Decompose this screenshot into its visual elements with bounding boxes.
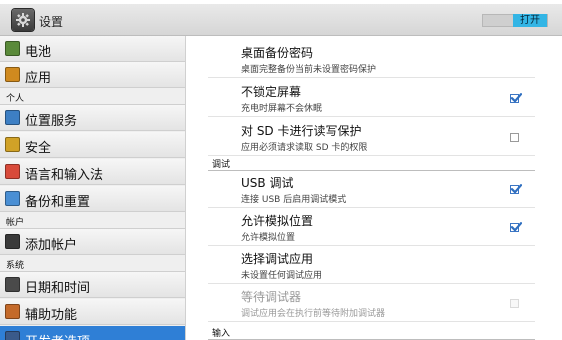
clock-icon (5, 277, 20, 292)
sidebar-item-battery[interactable]: 电池 (0, 36, 185, 62)
action-bar: 设置 打开 (0, 4, 562, 36)
setting-title: 对 SD 卡进行读写保护 (241, 124, 362, 138)
sidebar-item-label: 添加帐户 (25, 238, 78, 253)
setting-summary: 允许模拟位置 (241, 233, 296, 243)
sidebar-section-header: 个人 (0, 89, 185, 105)
sidebar-item-label: 日期和时间 (25, 281, 91, 296)
setting-title: 允许模拟位置 (241, 214, 314, 228)
sidebar-item-location[interactable]: 位置服务 (0, 105, 185, 131)
wait-for-debugger-checkbox (510, 299, 519, 308)
setting-summary: 充电时屏幕不会休眠 (241, 104, 323, 114)
setting-summary: 调试应用会在执行前等待附加调试器 (241, 309, 386, 319)
developer-options-master-switch[interactable]: 打开 (482, 14, 548, 27)
sidebar-item-label: 语言和输入法 (25, 168, 104, 183)
accessibility-icon (5, 304, 20, 319)
setting-desktop-backup-password[interactable]: 桌面备份密码桌面完整备份当前未设置密码保护 (208, 42, 535, 78)
sidebar-item-language[interactable]: 语言和输入法 (0, 159, 185, 185)
sidebar-item-accessibility[interactable]: 辅助功能 (0, 299, 185, 325)
section-header-label: 调试 (212, 160, 231, 170)
protect-sd-card-checkbox[interactable] (510, 133, 519, 142)
allow-mock-locations-checkbox[interactable] (510, 222, 522, 232)
section-header: 输入 (208, 326, 535, 340)
master-switch-label: 打开 (513, 14, 547, 27)
setting-summary: 连接 USB 后启用调试模式 (241, 195, 347, 205)
sidebar-item-label: 安全 (25, 141, 52, 156)
sidebar-item-add-account[interactable]: 添加帐户 (0, 229, 185, 255)
sidebar-item-label: 辅助功能 (25, 308, 78, 323)
developer-options-icon (5, 331, 20, 340)
apps-icon (5, 67, 20, 82)
location-icon (5, 110, 20, 125)
section-header-label: 输入 (212, 329, 231, 339)
sidebar-section-header-label: 个人 (6, 94, 25, 104)
setting-usb-debugging[interactable]: USB 调试连接 USB 后启用调试模式 (208, 172, 535, 208)
sidebar-item-label: 电池 (25, 45, 52, 60)
usb-debugging-checkbox[interactable] (510, 184, 522, 194)
setting-title: USB 调试 (241, 176, 294, 190)
stay-awake-checkbox[interactable] (510, 93, 522, 103)
sidebar-item-label: 开发者选项 (25, 331, 90, 340)
developer-options-list: 桌面备份密码桌面完整备份当前未设置密码保护不锁定屏幕充电时屏幕不会休眠对 SD … (186, 36, 562, 340)
sidebar-item-apps[interactable]: 应用 (0, 62, 185, 88)
sidebar-item-label: 位置服务 (25, 114, 78, 129)
settings-app-icon[interactable] (12, 9, 34, 31)
setting-protect-sd-card[interactable]: 对 SD 卡进行读写保护应用必须请求读取 SD 卡的权限 (208, 120, 535, 156)
section-header: 调试 (208, 157, 535, 171)
setting-allow-mock-locations[interactable]: 允许模拟位置 允许模拟位置 (208, 210, 535, 246)
settings-sidebar: 电池应用 个人 位置服务安全语言和输入法 备份和重置 帐户 添加帐户 系统 日期和时间辅助功能… (0, 36, 186, 340)
language-icon (5, 164, 20, 179)
sidebar-section-header-label: 系统 (6, 261, 25, 271)
sidebar-item-developer-options[interactable]: 开发者选项 (0, 326, 185, 340)
backup-icon (5, 191, 20, 206)
setting-summary: 桌面完整备份当前未设置密码保护 (241, 65, 377, 75)
setting-wait-for-debugger: 等待调试器调试应用会在执行前等待附加调试器 (208, 286, 535, 322)
sidebar-item-label: 备份和重置 (25, 195, 91, 210)
setting-select-debug-app[interactable]: 选择调试应用未设置任何调试应用 (208, 248, 535, 284)
sidebar-item-backup[interactable]: 备份和重置 (0, 186, 185, 212)
setting-stay-awake[interactable]: 不锁定屏幕充电时屏幕不会休眠 (208, 81, 535, 117)
sidebar-item-label: 应用 (25, 71, 52, 86)
sidebar-item-clock[interactable]: 日期和时间 (0, 272, 185, 298)
sidebar-section-header: 系统 (0, 256, 185, 272)
sidebar-section-header-label: 帐户 (6, 218, 25, 228)
setting-title: 等待调试器 (241, 290, 302, 304)
add-account-icon (5, 234, 20, 249)
sidebar-item-lock[interactable]: 安全 (0, 132, 185, 158)
setting-summary: 应用必须请求读取 SD 卡的权限 (241, 143, 368, 153)
sidebar-section-header: 帐户 (0, 213, 185, 229)
setting-title: 不锁定屏幕 (241, 85, 302, 99)
setting-title: 选择调试应用 (241, 252, 314, 266)
battery-icon (5, 41, 20, 56)
page-title: 设置 (39, 15, 64, 29)
lock-icon (5, 137, 20, 152)
setting-title: 桌面备份密码 (241, 46, 314, 60)
setting-summary: 未设置任何调试应用 (241, 271, 323, 281)
